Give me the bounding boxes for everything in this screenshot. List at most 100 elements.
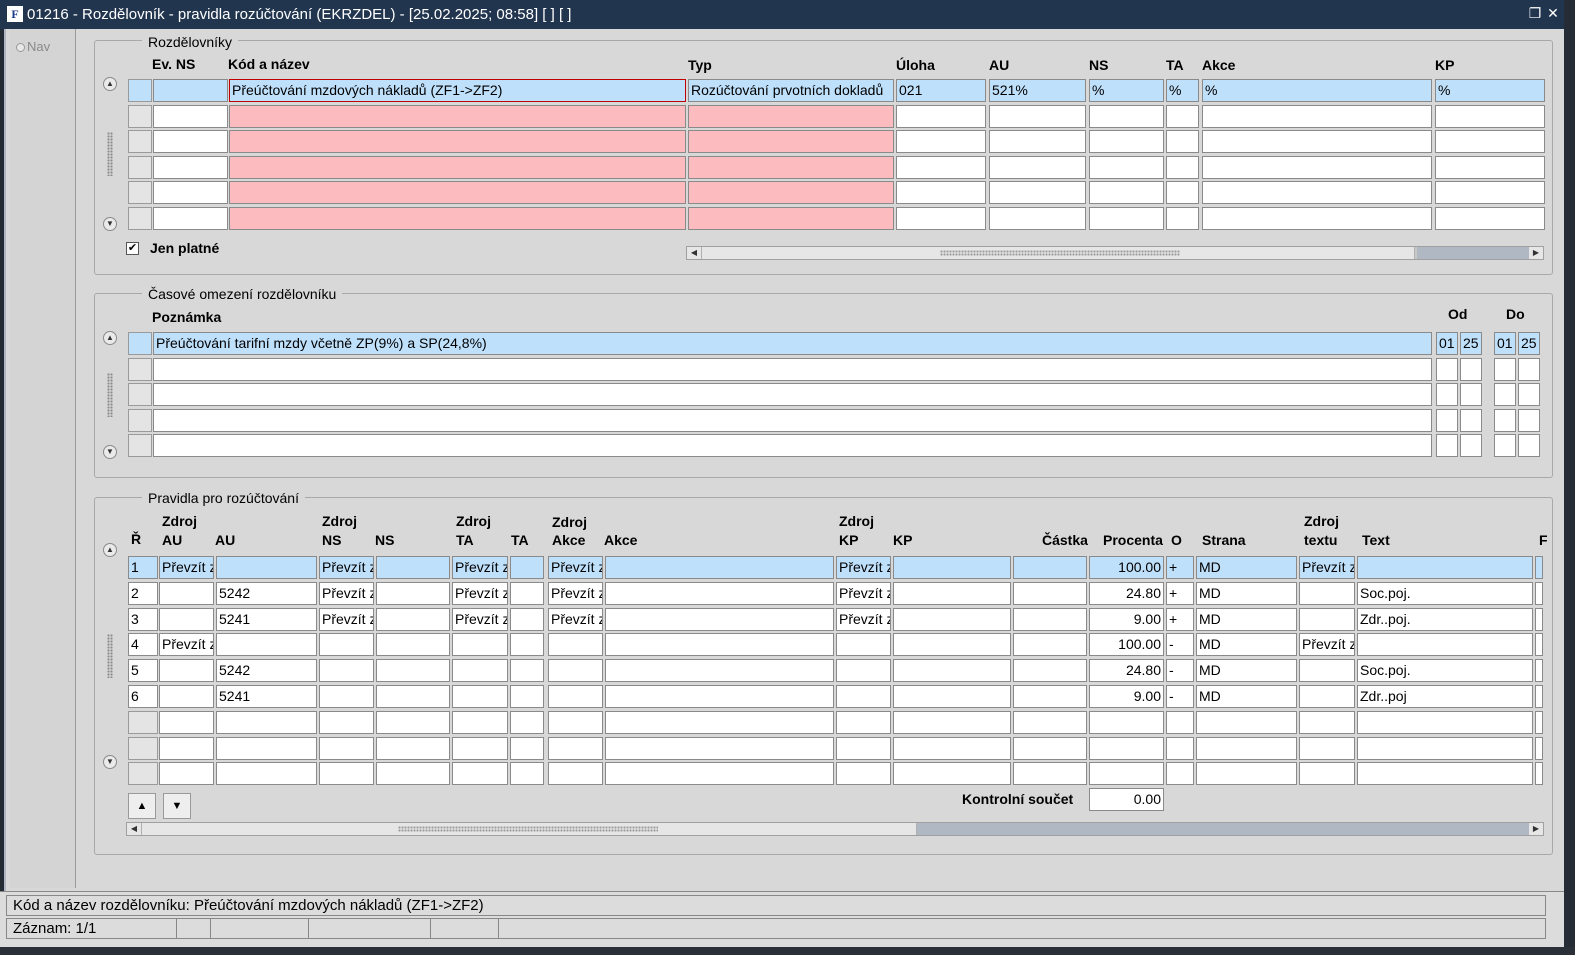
field-procenta[interactable]: [1089, 710, 1164, 734]
field-kod[interactable]: Přeúčtování mzdových nákladů (ZF1->ZF2): [229, 79, 686, 102]
field-o[interactable]: -: [1166, 633, 1194, 657]
field-kp[interactable]: [893, 556, 1011, 579]
record-indicator[interactable]: [128, 434, 152, 458]
field-od2[interactable]: [1460, 408, 1482, 432]
field-ns[interactable]: [376, 607, 450, 631]
field-zdroj-kp[interactable]: [836, 762, 891, 786]
field-ev-ns[interactable]: [153, 207, 228, 230]
field-ta[interactable]: [510, 710, 544, 734]
field-typ[interactable]: [688, 155, 894, 179]
field-kp[interactable]: [893, 710, 1011, 734]
field-castka[interactable]: [1013, 736, 1087, 760]
scroll-right-icon[interactable]: ▶: [1529, 247, 1543, 259]
field-akce[interactable]: [605, 556, 834, 579]
field-text[interactable]: [1357, 556, 1533, 579]
row-number[interactable]: 1: [128, 556, 158, 579]
field-kp[interactable]: [1435, 155, 1545, 179]
field-zdroj-ta[interactable]: [452, 633, 508, 657]
field-do2[interactable]: 25: [1518, 332, 1540, 355]
field-poznamka[interactable]: [153, 383, 1432, 407]
field-zdroj-textu[interactable]: [1299, 762, 1355, 786]
field-do2[interactable]: [1518, 408, 1540, 432]
field-zdroj-ta[interactable]: Převzít z: [452, 556, 508, 579]
field-o[interactable]: +: [1166, 607, 1194, 631]
move-down-button[interactable]: ▼: [163, 793, 191, 819]
field-ta[interactable]: [510, 762, 544, 786]
field-zdroj-textu[interactable]: [1299, 607, 1355, 631]
scroll-left-icon[interactable]: ◀: [687, 247, 701, 259]
field-cut[interactable]: [1535, 581, 1543, 605]
field-ta[interactable]: [510, 659, 544, 683]
field-cut[interactable]: [1535, 556, 1543, 579]
record-indicator[interactable]: [128, 357, 152, 381]
field-typ[interactable]: [688, 130, 894, 154]
field-strana[interactable]: [1196, 762, 1297, 786]
field-zdroj-kp[interactable]: [836, 710, 891, 734]
scroll-thumb[interactable]: [701, 247, 1415, 259]
field-ta[interactable]: [1166, 181, 1199, 205]
record-indicator[interactable]: [128, 332, 152, 355]
field-ns[interactable]: %: [1089, 79, 1164, 102]
field-au[interactable]: [989, 104, 1086, 128]
scroll-down-icon[interactable]: ▼: [103, 445, 117, 459]
field-kod[interactable]: [229, 207, 686, 230]
field-zdroj-akce[interactable]: [548, 659, 603, 683]
field-zdroj-ns[interactable]: [319, 685, 374, 708]
field-akce[interactable]: [605, 710, 834, 734]
row-number[interactable]: 2: [128, 581, 158, 605]
record-indicator[interactable]: [128, 130, 152, 154]
field-au[interactable]: [989, 181, 1086, 205]
field-ta[interactable]: [1166, 207, 1199, 230]
field-castka[interactable]: [1013, 633, 1087, 657]
row-number[interactable]: [128, 710, 158, 734]
vertical-scrollbar[interactable]: ▲ ▼: [103, 543, 117, 769]
field-zdroj-textu[interactable]: [1299, 659, 1355, 683]
field-cut[interactable]: [1535, 762, 1543, 786]
vertical-scrollbar[interactable]: ▲ ▼: [103, 77, 117, 231]
field-strana[interactable]: [1196, 736, 1297, 760]
field-o[interactable]: +: [1166, 556, 1194, 579]
field-od2[interactable]: [1460, 434, 1482, 458]
field-uloha[interactable]: [896, 130, 986, 154]
field-akce[interactable]: %: [1202, 79, 1432, 102]
field-zdroj-ns[interactable]: Převzít z: [319, 581, 374, 605]
field-typ[interactable]: [688, 181, 894, 205]
field-procenta[interactable]: 9.00: [1089, 607, 1164, 631]
field-zdroj-ns[interactable]: Převzít z: [319, 556, 374, 579]
field-uloha[interactable]: [896, 155, 986, 179]
field-zdroj-ta[interactable]: [452, 659, 508, 683]
field-od1[interactable]: 01: [1436, 332, 1458, 355]
field-castka[interactable]: [1013, 685, 1087, 708]
field-ns[interactable]: [376, 762, 450, 786]
field-ns[interactable]: [376, 633, 450, 657]
field-od2[interactable]: [1460, 383, 1482, 407]
field-text[interactable]: Soc.poj.: [1357, 659, 1533, 683]
field-do1[interactable]: 01: [1494, 332, 1516, 355]
field-zdroj-kp[interactable]: Převzít z: [836, 581, 891, 605]
field-text[interactable]: [1357, 736, 1533, 760]
field-od1[interactable]: [1436, 357, 1458, 381]
field-zdroj-akce[interactable]: [548, 710, 603, 734]
field-zdroj-akce[interactable]: [548, 633, 603, 657]
field-zdroj-ns[interactable]: [319, 633, 374, 657]
field-strana[interactable]: MD: [1196, 607, 1297, 631]
field-akce[interactable]: [605, 762, 834, 786]
field-zdroj-au[interactable]: [159, 685, 214, 708]
field-zdroj-ns[interactable]: [319, 659, 374, 683]
field-do1[interactable]: [1494, 383, 1516, 407]
field-au[interactable]: [989, 155, 1086, 179]
field-au[interactable]: [989, 130, 1086, 154]
field-au[interactable]: [216, 736, 317, 760]
field-zdroj-ta[interactable]: [452, 710, 508, 734]
record-indicator[interactable]: [128, 79, 152, 102]
field-kp[interactable]: [1435, 104, 1545, 128]
field-akce[interactable]: [605, 736, 834, 760]
jen-platne-checkbox[interactable]: ✔: [126, 242, 139, 255]
field-poznamka[interactable]: [153, 357, 1432, 381]
row-number[interactable]: [128, 762, 158, 786]
field-do2[interactable]: [1518, 357, 1540, 381]
move-up-button[interactable]: ▲: [128, 793, 156, 819]
field-kp[interactable]: [893, 607, 1011, 631]
field-au[interactable]: 5242: [216, 581, 317, 605]
field-procenta[interactable]: 100.00: [1089, 556, 1164, 579]
